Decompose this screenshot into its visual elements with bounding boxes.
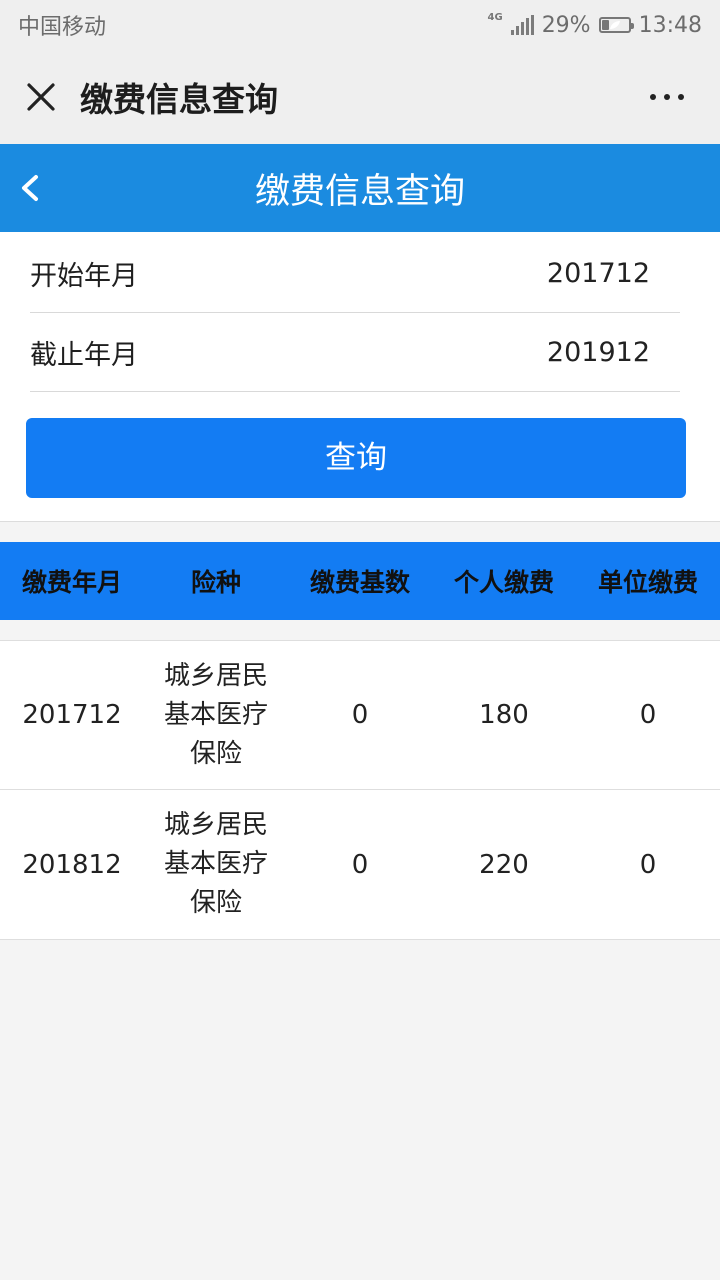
more-dot: [664, 94, 670, 100]
cell-month: 201812: [22, 849, 122, 880]
insurance-line: 保险: [189, 738, 242, 769]
carrier-label: 中国移动: [18, 15, 107, 40]
cell-month: 201712: [22, 700, 122, 730]
cell-base: 0: [351, 849, 369, 880]
column-header-unit: 单位缴费: [597, 568, 698, 597]
back-chevron-icon: [22, 175, 38, 201]
status-bar: 中国移动 4G 29% 13:48: [0, 0, 720, 50]
page-title: 缴费信息查询: [80, 80, 278, 119]
close-button[interactable]: [22, 78, 60, 116]
cell-personal: 220: [479, 849, 529, 880]
insurance-line: 基本医疗: [163, 699, 268, 730]
query-button[interactable]: 查询: [26, 418, 686, 498]
insurance-line: 基本医疗: [163, 849, 268, 879]
signal-icon: [510, 15, 534, 35]
insurance-line: 保险: [189, 888, 242, 918]
cell-insurance: 城乡居民 基本医疗 保险: [144, 806, 288, 923]
table-row: 201812 城乡居民 基本医疗 保险 0 220 0: [0, 790, 720, 939]
more-button[interactable]: [650, 94, 684, 100]
cell-base: 0: [351, 700, 369, 730]
query-form: 开始年月 201712 截止年月 201912 查询: [0, 232, 720, 522]
cell-unit: 0: [639, 700, 657, 730]
clock-time: 13:48: [638, 12, 702, 38]
back-button[interactable]: [16, 174, 44, 202]
leaf-icon: [609, 21, 620, 29]
end-month-row[interactable]: 截止年月 201912: [30, 313, 680, 392]
column-header-personal: 个人缴费: [453, 568, 554, 597]
insurance-line: 城乡居民: [163, 660, 268, 691]
end-month-value[interactable]: 201912: [547, 337, 650, 368]
status-right: 4G 29% 13:48: [488, 13, 702, 38]
header-title: 缴费信息查询: [254, 171, 465, 212]
payment-table: 201712 城乡居民 基本医疗 保险 0 180 0 201812 城乡居民 …: [0, 640, 720, 940]
column-header-insurance: 险种: [190, 568, 241, 597]
network-type-label: 4G: [487, 12, 503, 23]
table-row: 201712 城乡居民 基本医疗 保险 0 180 0: [0, 641, 720, 790]
battery-percent: 29%: [541, 12, 591, 38]
more-dot: [650, 94, 656, 100]
cell-personal: 180: [479, 700, 529, 730]
cell-insurance: 城乡居民 基本医疗 保险: [144, 657, 288, 774]
title-bar: 缴费信息查询: [0, 50, 720, 144]
insurance-line: 城乡居民: [163, 810, 268, 840]
cell-unit: 0: [639, 849, 657, 880]
start-month-value[interactable]: 201712: [547, 258, 650, 289]
page-header: 缴费信息查询: [0, 144, 720, 232]
column-header-base: 缴费基数: [309, 568, 410, 597]
column-header-month: 缴费年月: [21, 568, 122, 597]
table-header: 缴费年月 险种 缴费基数 个人缴费 单位缴费: [0, 542, 720, 620]
close-icon: [27, 83, 55, 111]
more-dot: [678, 94, 684, 100]
start-month-row[interactable]: 开始年月 201712: [30, 234, 680, 313]
end-month-label: 截止年月: [30, 339, 138, 371]
start-month-label: 开始年月: [30, 260, 138, 292]
battery-icon: [598, 17, 634, 33]
